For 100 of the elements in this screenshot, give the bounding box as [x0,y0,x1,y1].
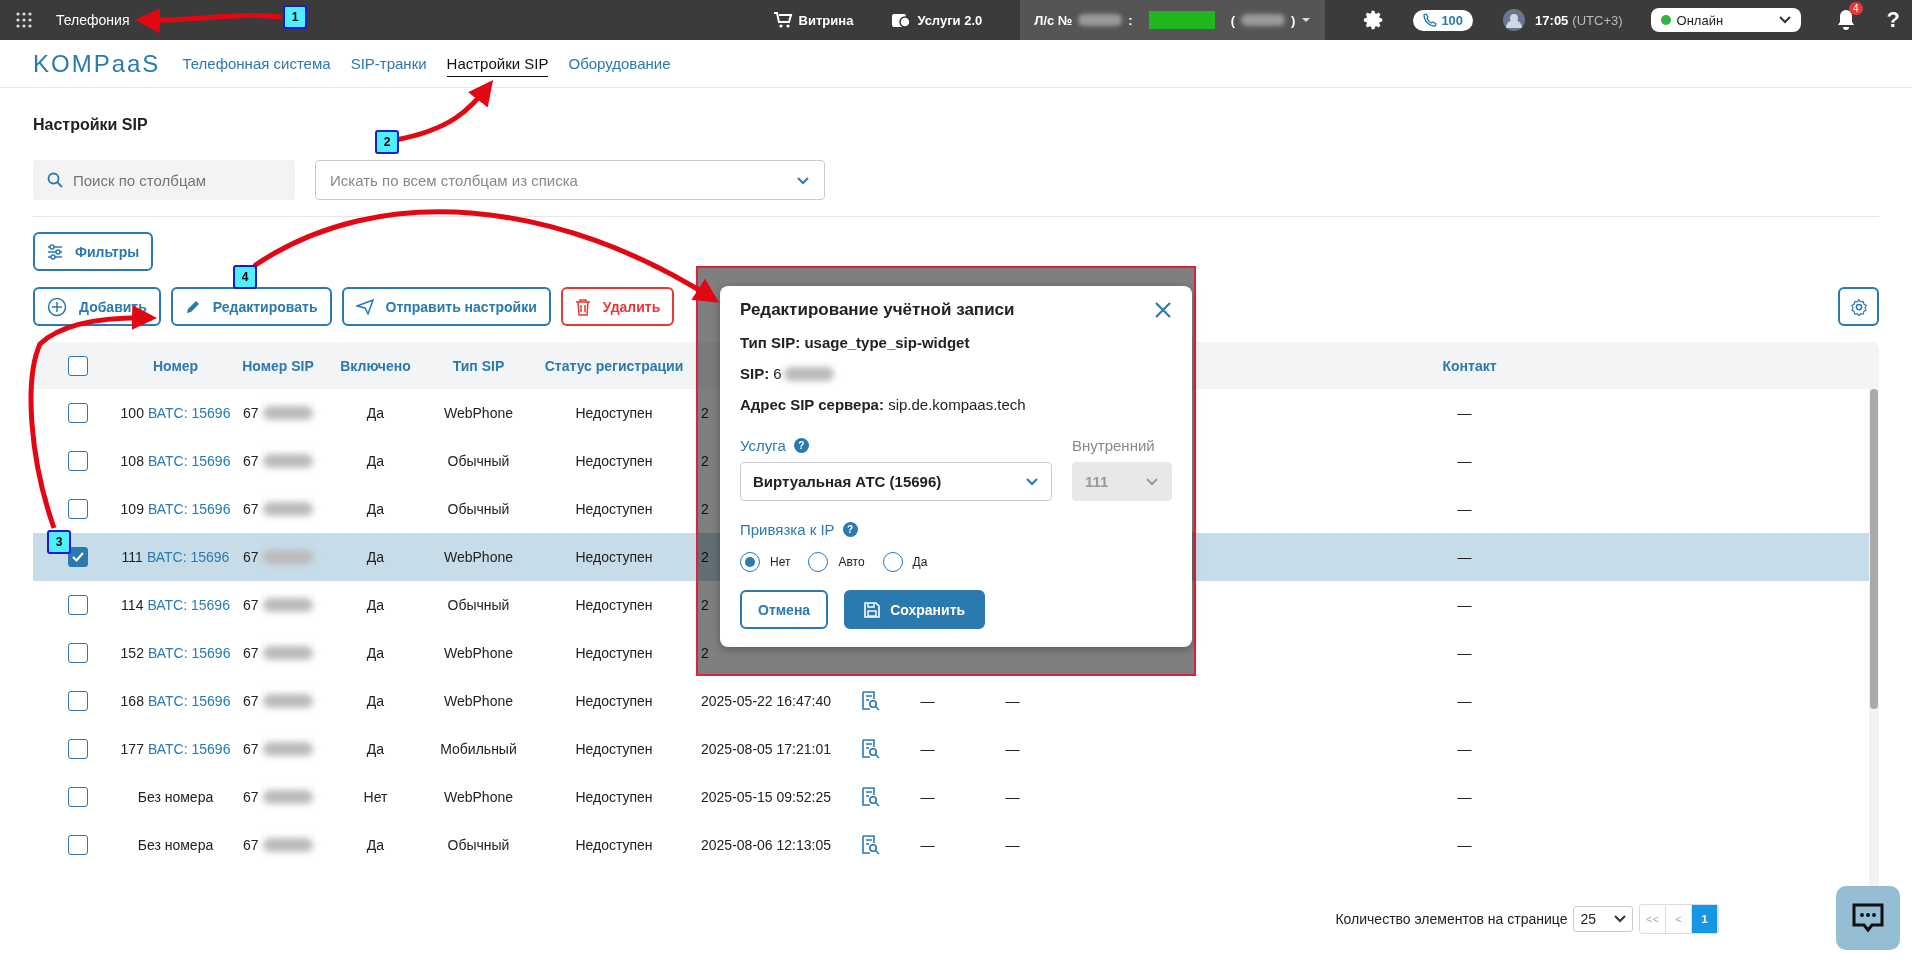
pbx-link[interactable]: ВАТС: 15696 [147,501,231,517]
services-link[interactable]: Услуги 2.0 [891,11,983,29]
table-cell: 2025-08-06 12:13:05 [701,837,831,853]
delete-button[interactable]: Удалить [560,287,675,326]
row-checkbox[interactable] [67,787,88,807]
scrollbar-thumb[interactable] [1870,389,1878,709]
table-settings-button[interactable] [1838,287,1879,326]
nav-tab[interactable]: SIP-транки [350,51,427,76]
row-checkbox[interactable] [67,739,88,759]
page-button[interactable]: 1 [1692,905,1718,933]
table-cell: Обычный [447,837,510,853]
table-cell: — [1457,501,1472,517]
table-cell: WebPhone [444,693,513,709]
table-cell: Недоступен [575,741,653,757]
nav-tab[interactable]: Телефонная система [182,51,331,76]
table-cell: — [920,741,935,757]
nav-tab[interactable]: Оборудование [568,51,671,76]
table-cell: — [1005,693,1020,709]
row-checkbox[interactable] [67,691,88,711]
log-search-icon[interactable] [860,739,880,759]
services-icon [891,11,912,29]
help-icon[interactable]: ? [793,438,809,453]
pbx-link[interactable]: ВАТС: 15696 [147,741,231,757]
log-search-icon[interactable] [860,835,880,855]
table-cell: Без номера [137,837,214,853]
column-header[interactable]: Номер [122,357,229,374]
table-cell: 67 [243,645,259,661]
chat-button[interactable] [1836,886,1900,950]
table-cell: — [1005,789,1020,805]
avatar-icon[interactable] [1503,9,1526,31]
edit-button[interactable]: Редактировать [170,287,332,326]
chevron-icon [1025,477,1039,486]
table-cell: Недоступен [575,645,653,661]
log-search-icon[interactable] [860,691,880,711]
dialog-title: Редактирование учётной записи [740,300,1015,320]
redacted-blur [262,646,313,660]
pbx-link[interactable]: ВАТС: 15696 [147,693,231,709]
ip-binding-radio[interactable]: Нет [740,552,791,572]
search-field[interactable]: Поиск по столбцам [33,160,295,200]
row-checkbox[interactable] [67,451,88,471]
first-page-button[interactable]: << [1640,905,1666,933]
service-select[interactable]: Виртуальная АТС (15696) [740,462,1052,501]
clock-time: 17:05 [1535,12,1569,28]
log-search-icon[interactable] [860,787,880,807]
table-cell: 2 [701,405,709,421]
redacted-blur [262,742,313,756]
chat-bubble-icon [1851,902,1885,934]
step-badge: 3 [47,530,71,554]
apps-grid-icon[interactable] [16,12,32,28]
search-scope-select[interactable]: Искать по всем столбцам из списка [315,160,825,200]
pencil-icon [184,298,201,315]
table-cell: 2025-05-15 09:52:25 [701,789,831,805]
row-checkbox[interactable] [67,499,88,519]
help-button[interactable]: ? [1886,7,1900,33]
column-header[interactable]: Включено [327,357,424,374]
pbx-link[interactable]: ВАТС: 15696 [147,597,230,613]
calls-counter[interactable]: 100 [1413,9,1474,31]
row-checkbox[interactable] [67,403,88,423]
ip-binding-radio[interactable]: Да [882,552,928,572]
pbx-link[interactable]: ВАТС: 15696 [147,405,231,421]
account-selector[interactable]: Л/с № : ( ) [1020,0,1326,40]
cancel-button[interactable]: Отмена [740,590,829,629]
select-all-checkbox[interactable] [67,355,88,376]
table-cell: 152 [120,645,144,661]
row-checkbox[interactable] [67,643,88,663]
table-cell: Обычный [447,501,510,517]
trash-icon [574,297,591,316]
pbx-link[interactable]: ВАТС: 15696 [147,645,231,661]
row-checkbox[interactable] [67,595,88,615]
pbx-link[interactable]: ВАТС: 15696 [146,549,230,565]
table-cell: Недоступен [575,837,653,853]
shop-link[interactable]: Витрина [772,11,854,29]
filters-button[interactable]: Фильтры [33,232,154,271]
status-select[interactable]: Онлайн [1650,8,1801,32]
row-checkbox[interactable] [67,547,88,567]
page-title: Настройки SIP [33,116,149,134]
nav-tab[interactable]: Настройки SIP [446,50,549,77]
table-cell: 100 [120,405,144,421]
column-header[interactable]: Статус регистрации [533,357,695,374]
logo[interactable]: KOMPaaS [33,49,161,78]
table-cell: Да [366,501,385,517]
table-cell: 114 [121,597,144,613]
help-icon[interactable]: ? [842,522,858,537]
pbx-link[interactable]: ВАТС: 15696 [147,453,231,469]
save-button[interactable]: Сохранить [844,590,986,629]
settings-icon [1849,297,1868,316]
close-icon[interactable] [1154,301,1172,319]
sliders-icon [47,243,63,260]
ip-binding-radio[interactable]: Авто [808,552,865,572]
column-header[interactable]: Тип SIP [424,357,533,374]
page-size-select[interactable]: 25 [1573,906,1633,932]
column-header[interactable]: Номер SIP [229,357,327,374]
send-button[interactable]: Отправить настройки [341,287,551,326]
table-cell: Да [366,453,385,469]
table-cell: — [1457,693,1472,709]
table-cell: Да [366,405,385,421]
field-label: Внутренний [1072,437,1155,454]
table-cell: Недоступен [575,549,653,565]
row-checkbox[interactable] [67,835,88,855]
table-cell: Да [366,693,385,709]
